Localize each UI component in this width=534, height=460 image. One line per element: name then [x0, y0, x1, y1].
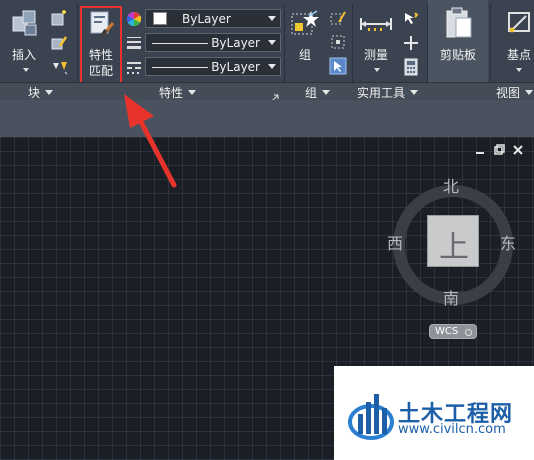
clipboard-icon[interactable] [444, 6, 474, 40]
group-panel-title[interactable]: 组 [305, 84, 331, 101]
chevron-down-icon [410, 90, 419, 95]
minimize-icon[interactable] [476, 152, 484, 154]
clipboard-button-label[interactable]: 剪贴板 [440, 46, 476, 63]
insert-button-label[interactable]: 插入 [12, 46, 36, 63]
color-wheel-icon[interactable] [126, 11, 142, 27]
chevron-down-icon [45, 90, 54, 95]
group-panel-title-text: 组 [305, 86, 318, 100]
wcs-dropdown-icon [465, 329, 472, 336]
panel-divider [490, 4, 491, 82]
base-point-icon[interactable] [506, 10, 532, 38]
insert-block-icon[interactable] [10, 8, 40, 38]
compass-north[interactable]: 北 [443, 173, 459, 197]
chevron-down-icon [268, 64, 276, 69]
base-point-button-label[interactable]: 基点 [507, 46, 531, 63]
lineweight-icon[interactable] [126, 35, 142, 51]
utilities-panel-title[interactable]: 实用工具 [357, 84, 419, 101]
linetype-dropdown[interactable]: ByLayer [145, 57, 281, 76]
wcs-label: WCS [435, 326, 459, 337]
ribbon-panel-title-bar [0, 82, 534, 100]
chevron-down-icon [188, 90, 197, 95]
wcs-menu[interactable]: WCS [429, 324, 477, 339]
measure-button-label[interactable]: 测量 [364, 46, 388, 63]
block-attributes-icon[interactable] [50, 58, 70, 76]
close-icon[interactable] [513, 145, 523, 155]
watermark-url: www.civilcn.com [398, 422, 506, 437]
group-selection-icon[interactable] [329, 57, 347, 75]
block-panel-title[interactable]: 块 [28, 84, 54, 101]
utilities-panel-title-text: 实用工具 [357, 86, 406, 100]
lineweight-dropdown-value: ByLayer [211, 36, 260, 50]
restore-icon[interactable] [494, 144, 505, 155]
watermark: 土木工程网 www.civilcn.com [334, 366, 534, 460]
panel-divider [77, 4, 78, 82]
viewcube-top-face[interactable]: 上 [427, 215, 479, 267]
ribbon: 插入 特性 匹配 ByLayer ByLayer ByLayer 组 测量 剪贴… [0, 0, 534, 102]
watermark-logo [348, 388, 394, 442]
color-dropdown-value: ByLayer [182, 12, 231, 26]
viewcube[interactable]: 北 西 东 南 上 WCS [385, 170, 525, 340]
view-panel-title-text: 视图 [496, 86, 521, 100]
group-icon[interactable] [289, 8, 321, 40]
view-panel-title[interactable]: 视图 [496, 84, 534, 101]
lineweight-preview [152, 43, 208, 44]
chevron-down-icon [268, 16, 276, 21]
ungroup-icon[interactable] [330, 10, 346, 26]
edit-block-icon[interactable] [50, 34, 68, 52]
panel-divider [284, 4, 285, 82]
linetype-dropdown-value: ByLayer [211, 60, 260, 74]
insert-dropdown-caret[interactable] [23, 68, 29, 72]
lineweight-dropdown[interactable]: ByLayer [145, 33, 281, 52]
group-button-label[interactable]: 组 [299, 46, 311, 63]
annotation-arrow [110, 90, 182, 190]
measure-icon[interactable] [359, 12, 393, 36]
viewcube-face-label: 上 [439, 230, 469, 265]
compass-south[interactable]: 南 [443, 285, 459, 309]
viewport-controls [476, 141, 526, 155]
block-panel-title-text: 块 [28, 86, 41, 100]
linetype-icon[interactable] [126, 59, 142, 75]
create-block-icon[interactable] [50, 10, 68, 28]
calculator-icon[interactable] [404, 58, 418, 76]
quick-select-icon[interactable] [402, 10, 420, 28]
color-dropdown[interactable]: ByLayer [145, 9, 281, 28]
compass-east[interactable]: 东 [500, 230, 516, 254]
panel-divider [352, 4, 353, 82]
chevron-down-icon [322, 90, 331, 95]
linetype-preview [152, 67, 208, 68]
group-edit-icon[interactable] [330, 34, 346, 50]
chevron-down-icon [525, 90, 534, 95]
chevron-down-icon [268, 40, 276, 45]
point-coordinates-icon[interactable] [402, 34, 420, 52]
file-tab-strip [0, 100, 534, 137]
base-point-dropdown-caret[interactable] [516, 68, 522, 72]
match-properties-highlight-box [80, 6, 122, 85]
compass-west[interactable]: 西 [387, 230, 403, 254]
measure-dropdown-caret[interactable] [374, 68, 380, 72]
color-swatch [153, 12, 167, 25]
panel-launcher-icon[interactable] [271, 87, 279, 102]
